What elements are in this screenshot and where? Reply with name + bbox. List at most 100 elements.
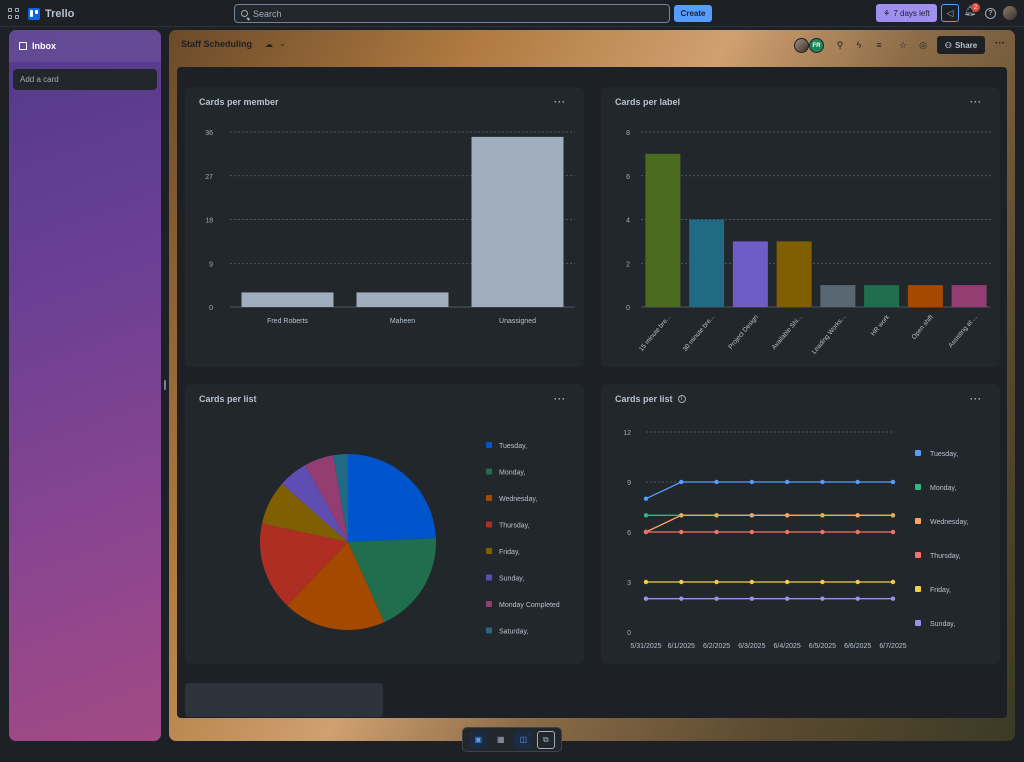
data-point [714, 480, 718, 484]
data-point [856, 580, 860, 584]
legend-label: Friday, [930, 587, 951, 594]
data-point [820, 480, 824, 484]
bar [820, 285, 855, 307]
share-label: Share [955, 41, 977, 50]
board-title[interactable]: Staff Scheduling [181, 39, 252, 49]
add-person-icon: ⚇ [945, 41, 952, 50]
data-point [820, 530, 824, 534]
legend-label: Sunday, [499, 576, 524, 583]
board-view-icon[interactable]: ◫ [514, 731, 532, 749]
x-tick-label: 6/4/2025 [774, 643, 801, 650]
x-tick-label: Fred Roberts [267, 318, 308, 325]
add-chart-tile[interactable] [185, 683, 383, 717]
legend-label: Monday, [499, 470, 525, 477]
bar [242, 292, 334, 307]
data-point [891, 596, 895, 600]
x-tick-label: 15 minute bre... [638, 314, 673, 353]
add-card-input[interactable]: Add a card [13, 69, 157, 90]
data-point [785, 580, 789, 584]
board-menu-icon[interactable]: ··· [995, 38, 1005, 49]
data-point [891, 530, 895, 534]
data-point [856, 480, 860, 484]
data-point [820, 596, 824, 600]
x-tick-label: Assisting at ... [947, 314, 978, 350]
data-point [644, 596, 648, 600]
data-point [679, 480, 683, 484]
legend-swatch [915, 450, 921, 456]
cards-per-label-panel: Cards per label ··· 0246815 minute bre..… [601, 87, 1000, 367]
y-tick-label: 12 [623, 430, 631, 437]
trello-logo[interactable]: Trello [28, 6, 74, 21]
x-tick-label: 6/7/2025 [879, 643, 906, 650]
switch-boards-icon[interactable]: ⧉ [537, 731, 555, 749]
trial-button[interactable]: ⚘ 7 days left [876, 4, 937, 22]
power-ups-icon[interactable]: ⚲ [834, 39, 846, 51]
x-tick-label: 6/6/2025 [844, 643, 871, 650]
y-tick-label: 6 [626, 174, 630, 181]
bar [645, 154, 680, 307]
data-point [714, 513, 718, 517]
data-point [891, 513, 895, 517]
bar [733, 241, 768, 307]
legend-swatch [486, 522, 492, 528]
x-tick-label: 30 minute bre... [682, 314, 717, 353]
star-icon[interactable]: ☆ [897, 39, 909, 51]
data-point [714, 580, 718, 584]
calendar-view-icon[interactable]: ▦ [492, 731, 510, 749]
x-tick-label: Project Design [727, 314, 760, 351]
legend-swatch [486, 442, 492, 448]
x-tick-label: 5/31/2025 [630, 643, 661, 650]
cards-per-list-pie-panel: Cards per list ··· Tuesday,Monday,Wednes… [185, 384, 584, 664]
app-switcher-icon[interactable] [8, 8, 19, 19]
automation-icon[interactable]: ϟ [853, 39, 865, 51]
notification-count-badge: 2 [971, 3, 980, 12]
member-avatar-initials[interactable]: FR [809, 38, 824, 53]
data-point [644, 530, 648, 534]
watch-icon[interactable]: ◎ [917, 39, 929, 51]
filter-icon[interactable]: ≡ [873, 39, 885, 51]
data-point [679, 580, 683, 584]
series-line [646, 482, 893, 499]
trello-logo-icon [28, 8, 40, 20]
legend-label: Wednesday, [930, 519, 968, 526]
search-box[interactable] [234, 4, 670, 23]
x-tick-label: Open shift [910, 314, 935, 341]
legend-label: Tuesday, [930, 451, 958, 458]
share-button[interactable]: ⚇ Share [937, 36, 985, 54]
cards-per-list-line-chart: 0369125/31/20256/1/20256/2/20256/3/20256… [601, 384, 1000, 664]
y-tick-label: 6 [627, 530, 631, 537]
x-tick-label: 6/1/2025 [668, 643, 695, 650]
search-icon [241, 10, 248, 17]
x-tick-label: Unassigned [499, 318, 536, 325]
bar [777, 241, 812, 307]
feedback-megaphone-icon[interactable]: ◁ [941, 4, 959, 22]
top-navigation-bar: Trello Create ⚘ 7 days left ◁ 🔔︎ 2 ? [0, 0, 1024, 27]
inbox-panel: Inbox Add a card [9, 30, 161, 741]
inbox-view-icon[interactable]: ▣ [469, 731, 487, 749]
member-avatar[interactable] [794, 38, 809, 53]
chevron-down-icon[interactable]: ⌄ [279, 39, 286, 48]
user-avatar[interactable] [1003, 6, 1017, 20]
legend-swatch [915, 484, 921, 490]
data-point [644, 513, 648, 517]
legend-swatch [486, 601, 492, 607]
y-tick-label: 9 [209, 261, 213, 268]
legend-label: Wednesday, [499, 496, 537, 503]
data-point [679, 513, 683, 517]
cards-per-member-panel: Cards per member ··· 09182736Fred Robert… [185, 87, 584, 367]
bar [472, 137, 564, 307]
create-button[interactable]: Create [674, 5, 712, 22]
inbox-header: Inbox [9, 30, 161, 62]
y-tick-label: 3 [627, 580, 631, 587]
data-point [750, 530, 754, 534]
y-tick-label: 0 [626, 305, 630, 312]
help-icon[interactable]: ? [985, 8, 996, 19]
panel-resize-handle[interactable] [164, 380, 166, 390]
search-input[interactable] [253, 9, 653, 19]
legend-label: Friday, [499, 549, 520, 556]
visibility-icon[interactable]: ☁ [265, 40, 273, 49]
data-point [820, 580, 824, 584]
premium-icon: ⚘ [883, 9, 890, 18]
legend-label: Monday Completed [499, 602, 560, 609]
x-tick-label: Available Shi... [771, 314, 804, 351]
